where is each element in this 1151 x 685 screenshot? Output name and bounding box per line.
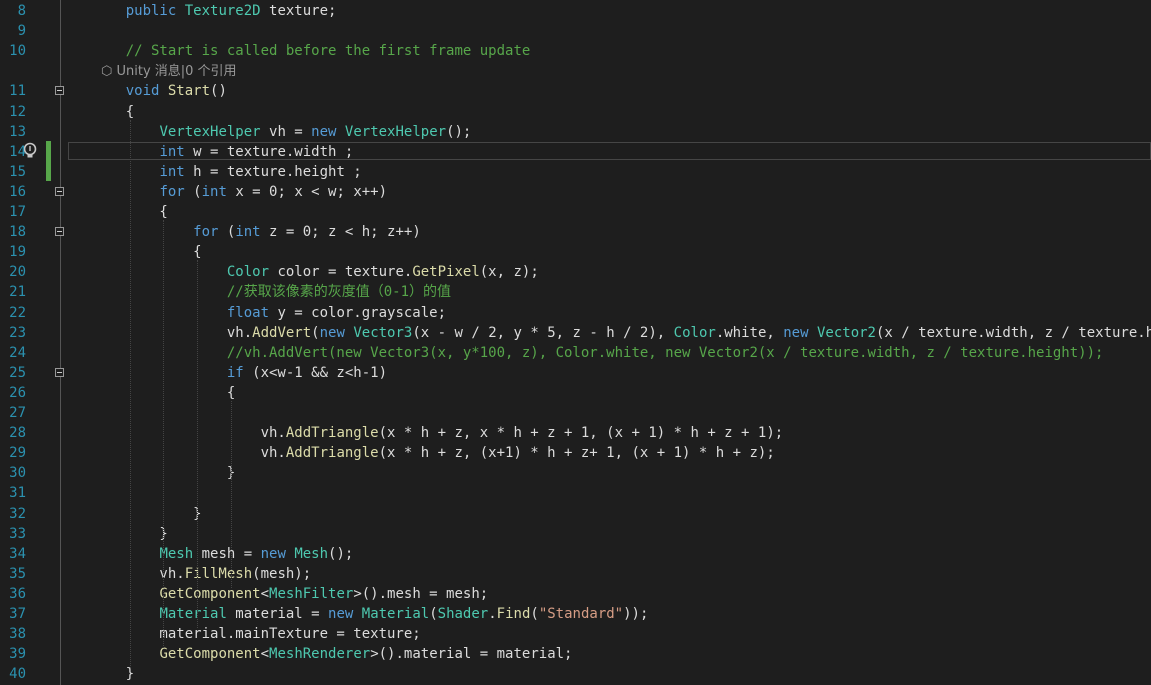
code-area[interactable]: public Texture2D texture; // Start is ca… bbox=[92, 0, 1151, 685]
code-line[interactable]: Material material = new Material(Shader.… bbox=[92, 604, 648, 624]
collapse-toggle[interactable] bbox=[55, 186, 64, 196]
line-number: 20 bbox=[9, 264, 26, 281]
line-number: 32 bbox=[9, 505, 26, 522]
line-number: 38 bbox=[9, 626, 26, 643]
code-line[interactable]: // Start is called before the first fram… bbox=[92, 41, 531, 61]
line-number: 8 bbox=[17, 3, 26, 19]
line-number: 35 bbox=[9, 565, 26, 582]
line-number: 9 bbox=[17, 23, 26, 40]
code-line[interactable]: vh.AddTriangle(x * h + z, x * h + z + 1,… bbox=[92, 423, 784, 443]
code-line[interactable]: { bbox=[92, 242, 201, 262]
line-number: 18 bbox=[9, 224, 26, 241]
code-line[interactable]: public Texture2D texture; bbox=[92, 1, 337, 21]
code-line[interactable]: //vh.AddVert(new Vector3(x, y*100, z), C… bbox=[92, 343, 1104, 363]
code-line[interactable]: Mesh mesh = new Mesh(); bbox=[92, 544, 353, 564]
code-line[interactable]: } bbox=[92, 664, 134, 684]
line-number: 28 bbox=[9, 425, 26, 442]
indent-guide bbox=[129, 119, 131, 669]
outline-margin-line bbox=[60, 0, 61, 685]
line-number: 11 bbox=[9, 83, 26, 100]
code-line[interactable]: Color color = texture.GetPixel(x, z); bbox=[92, 262, 539, 282]
code-line[interactable]: material.mainTexture = texture; bbox=[92, 624, 420, 644]
codelens-text[interactable]: Unity 消息|0 个引用 bbox=[116, 64, 236, 79]
line-number: 14 bbox=[9, 143, 26, 160]
line-number: 39 bbox=[9, 646, 26, 663]
line-number: 17 bbox=[9, 204, 26, 220]
line-number: 25 bbox=[9, 364, 26, 381]
line-number: 19 bbox=[9, 244, 26, 261]
code-line[interactable]: VertexHelper vh = new VertexHelper(); bbox=[92, 122, 471, 142]
unity-cube-icon: ⬡ bbox=[101, 64, 117, 80]
line-number: 26 bbox=[9, 384, 26, 401]
code-line[interactable]: if (x<w-1 && z<h-1) bbox=[92, 363, 387, 383]
line-number bbox=[0, 61, 26, 81]
collapse-toggle[interactable] bbox=[55, 86, 64, 96]
line-number: 24 bbox=[9, 344, 26, 361]
line-number: 16 bbox=[9, 183, 26, 200]
code-editor[interactable]: public Texture2D texture; // Start is ca… bbox=[0, 0, 1151, 685]
codelens-annotation: ⬡ Unity 消息|0 个引用 bbox=[101, 61, 237, 81]
code-line[interactable]: int h = texture.height ; bbox=[92, 162, 361, 182]
indent-guide bbox=[197, 260, 199, 629]
line-number: 33 bbox=[9, 525, 26, 542]
code-line[interactable]: vh.FillMesh(mesh); bbox=[92, 564, 311, 584]
code-line[interactable]: int w = texture.width ; bbox=[92, 142, 353, 162]
indent-guide bbox=[163, 220, 165, 649]
line-number: 12 bbox=[9, 103, 26, 120]
line-number: 36 bbox=[9, 585, 26, 602]
line-number: 37 bbox=[9, 606, 26, 622]
code-line[interactable]: for (int z = 0; z < h; z++) bbox=[92, 222, 421, 242]
line-number: 22 bbox=[9, 304, 26, 321]
line-number: 30 bbox=[9, 465, 26, 482]
code-line[interactable]: } bbox=[92, 504, 201, 524]
code-line[interactable]: vh.AddTriangle(x * h + z, (x+1) * h + z+… bbox=[92, 443, 775, 463]
indent-guide bbox=[230, 400, 232, 588]
line-number: 15 bbox=[9, 163, 26, 180]
code-line[interactable]: vh.AddVert(new Vector3(x - w / 2, y * 5,… bbox=[92, 323, 1151, 343]
collapse-toggle[interactable] bbox=[55, 367, 64, 377]
line-number: 27 bbox=[9, 405, 26, 421]
line-number: 13 bbox=[9, 123, 26, 140]
code-line[interactable]: GetComponent<MeshFilter>().mesh = mesh; bbox=[92, 584, 488, 604]
line-number: 10 bbox=[9, 43, 26, 60]
collapse-toggle[interactable] bbox=[55, 227, 64, 237]
line-number: 34 bbox=[9, 545, 26, 562]
line-number: 40 bbox=[9, 666, 26, 683]
code-line[interactable]: //获取该像素的灰度值（0-1）的值 bbox=[92, 282, 451, 302]
code-line[interactable]: void Start() bbox=[92, 81, 227, 101]
line-number: 23 bbox=[9, 324, 26, 341]
line-number: 29 bbox=[9, 445, 26, 462]
code-line[interactable]: { bbox=[92, 102, 134, 122]
code-line[interactable]: for (int x = 0; x < w; x++) bbox=[92, 182, 387, 202]
line-number: 31 bbox=[9, 485, 26, 502]
line-number: 21 bbox=[9, 284, 26, 301]
code-line[interactable]: float y = color.grayscale; bbox=[92, 303, 446, 323]
change-tracking-bar bbox=[46, 141, 51, 181]
